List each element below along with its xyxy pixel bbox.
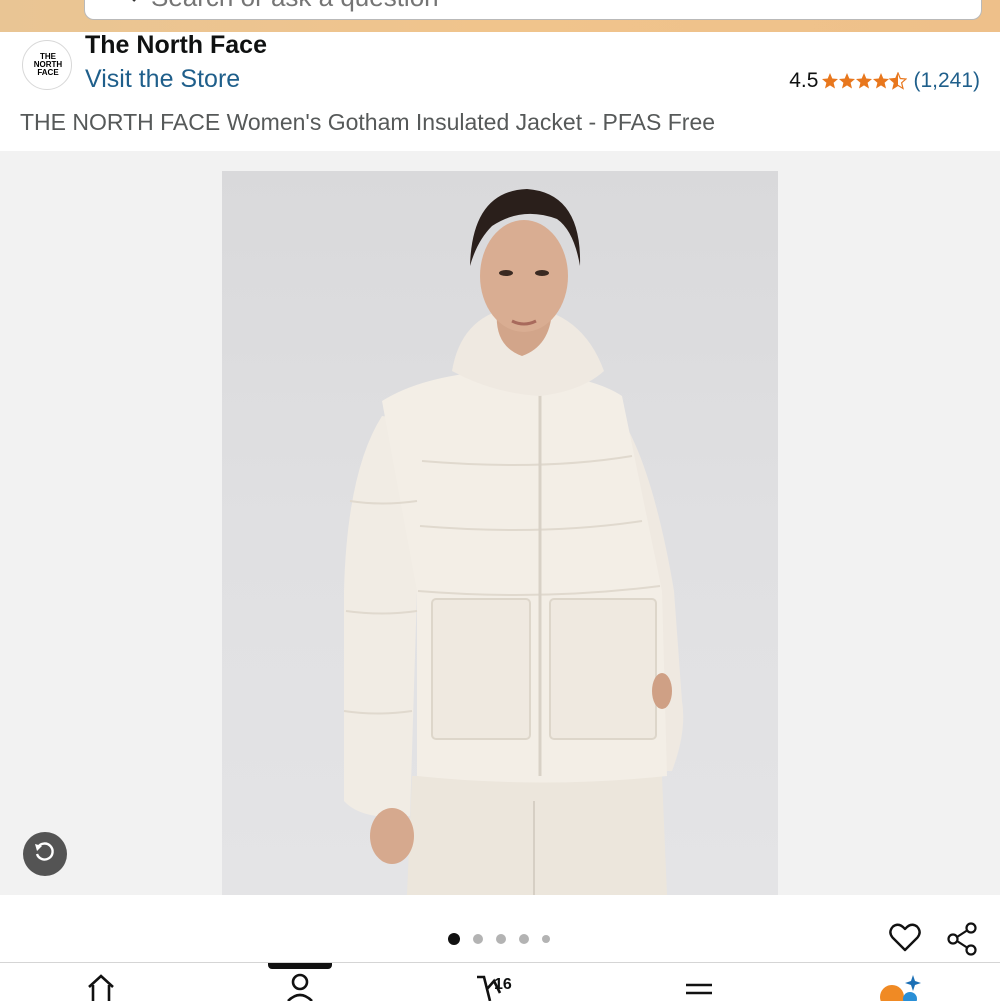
star-icon [839, 73, 856, 89]
rating-value: 4.5 [789, 69, 819, 92]
product-title: THE NORTH FACE Women's Gotham Insulated … [20, 109, 716, 135]
half-star-icon [889, 72, 908, 90]
share-icon[interactable] [946, 922, 978, 961]
product-photo[interactable] [222, 171, 778, 895]
search-icon[interactable] [113, 0, 137, 8]
carousel-dot-2[interactable] [473, 934, 483, 944]
brand-logo[interactable]: THE NORTH FACE [22, 40, 72, 90]
rotate-view-button[interactable] [23, 832, 67, 876]
star-icon [856, 73, 873, 89]
visit-store-link[interactable]: Visit the Store [85, 65, 240, 94]
rating-stars [821, 72, 908, 90]
heart-icon[interactable] [889, 922, 921, 957]
rating-count-link[interactable]: (1,241) [913, 69, 980, 93]
brand-logo-text: THE NORTH FACE [33, 52, 63, 77]
menu-icon[interactable] [684, 971, 714, 1006]
top-header [0, 0, 1000, 32]
cart-count-badge: 16 [494, 976, 512, 993]
carousel-dot-1[interactable] [448, 933, 460, 945]
search-input[interactable] [149, 0, 893, 13]
home-icon[interactable] [86, 971, 116, 1006]
rating-summary[interactable]: 4.5 (1,241) [789, 69, 980, 93]
star-icon [822, 73, 839, 89]
carousel-dot-4[interactable] [519, 934, 529, 944]
star-icon [873, 73, 890, 89]
search-bar[interactable] [84, 0, 982, 20]
rufus-assistant-icon[interactable] [878, 971, 922, 1006]
carousel-dot-3[interactable] [496, 934, 506, 944]
carousel-dot-5[interactable] [542, 935, 550, 943]
product-image-gallery[interactable] [0, 151, 1000, 895]
carousel-dots[interactable] [448, 933, 563, 945]
active-tab-indicator [268, 963, 332, 969]
rotate-icon [33, 840, 57, 869]
brand-name: The North Face [85, 31, 267, 59]
account-icon[interactable] [285, 971, 315, 1006]
